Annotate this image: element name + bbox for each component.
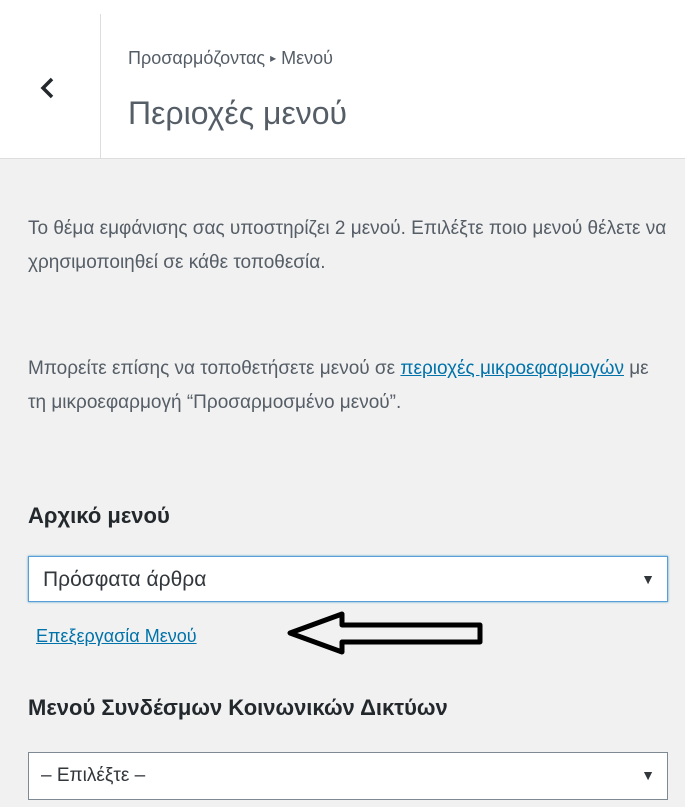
primary-menu-label: Αρχικό μενού bbox=[28, 503, 170, 528]
breadcrumb: Προσαρμόζοντας ▸ Μενού bbox=[128, 48, 333, 69]
social-menu-select[interactable]: – Επιλέξτε – ▼ bbox=[28, 752, 668, 800]
back-button[interactable] bbox=[0, 14, 101, 158]
description-paragraph-2: Μπορείτε επίσης να τοποθετήσετε μενού σε… bbox=[28, 352, 668, 420]
primary-menu-selected-value: Πρόσφατα άρθρα bbox=[43, 568, 207, 591]
arrow-left-annotation bbox=[287, 611, 483, 655]
triangle-down-icon: ▼ bbox=[641, 767, 655, 783]
widget-areas-link[interactable]: περιοχές μικροεφαρμογών bbox=[400, 358, 624, 379]
primary-menu-select[interactable]: Πρόσφατα άρθρα ▼ bbox=[28, 556, 668, 602]
breadcrumb-separator: ▸ bbox=[270, 51, 277, 65]
customizer-header: Προσαρμόζοντας ▸ Μενού Περιοχές μενού bbox=[0, 0, 685, 159]
breadcrumb-parent: Προσαρμόζοντας bbox=[128, 48, 266, 68]
panel-title: Περιοχές μενού bbox=[128, 95, 347, 131]
social-menu-label: Μενού Συνδέσμων Κοινωνικών Δικτύων bbox=[28, 695, 448, 720]
description-paragraph-1: Το θέμα εμφάνισης σας υποστηρίζει 2 μενο… bbox=[28, 218, 667, 273]
triangle-down-icon: ▼ bbox=[641, 571, 655, 587]
social-menu-selected-value: – Επιλέξτε – bbox=[41, 765, 146, 786]
chevron-left-icon bbox=[40, 77, 54, 99]
description-text-prefix: Μπορείτε επίσης να τοποθετήσετε μενού σε bbox=[28, 358, 401, 379]
edit-menu-link[interactable]: Επεξεργασία Μενού bbox=[36, 626, 197, 647]
breadcrumb-current: Μενού bbox=[281, 48, 333, 68]
